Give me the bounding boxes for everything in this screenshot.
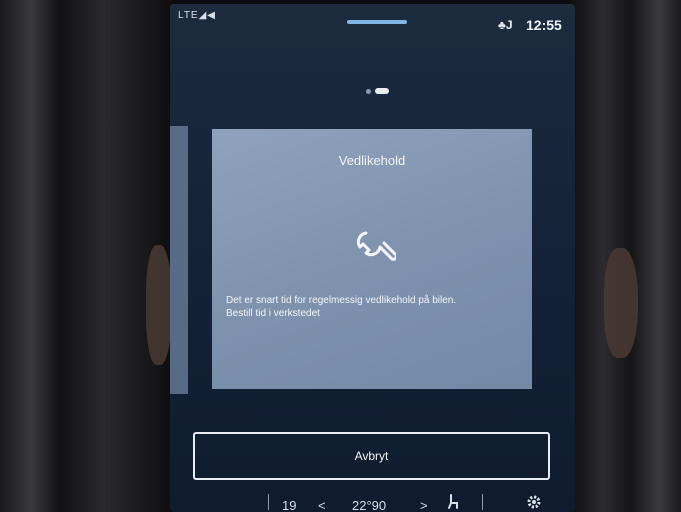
page-dot xyxy=(366,88,371,94)
left-bezel xyxy=(0,0,172,512)
temperature-left[interactable]: 19 xyxy=(282,498,296,512)
climate-bar: 19 < 22°90 > xyxy=(170,492,575,512)
status-bar: LTE◢◀ ♣J 12:55 xyxy=(170,4,575,34)
infotainment-screen: LTE◢◀ ♣J 12:55 Vedlikehold Det er snart … xyxy=(170,4,575,512)
driver-profile-icon[interactable]: ♣J xyxy=(498,18,513,32)
page-dot-active xyxy=(375,88,389,94)
temperature-right[interactable]: 22°90 xyxy=(352,498,386,512)
card-message-line: Det er snart tid for regelmessig vedlike… xyxy=(226,295,457,306)
chevron-left-icon[interactable]: < xyxy=(318,498,326,512)
chevron-right-icon[interactable]: > xyxy=(420,498,428,512)
card-title: Vedlikehold xyxy=(338,153,406,168)
signal-indicator: LTE◢◀ xyxy=(178,10,216,21)
top-pull-down-handle[interactable] xyxy=(347,20,407,24)
maintenance-notification-card: Vedlikehold Det er snart tid for regelme… xyxy=(212,129,532,389)
gear-icon[interactable] xyxy=(526,494,542,510)
card-message: Det er snart tid for regelmessig vedlike… xyxy=(226,294,522,320)
clock: 12:55 xyxy=(526,17,562,33)
wrench-icon xyxy=(356,231,396,261)
divider xyxy=(268,494,269,510)
cancel-button[interactable]: Avbryt xyxy=(193,432,550,480)
seat-icon[interactable] xyxy=(445,494,461,510)
previous-page-panel[interactable] xyxy=(170,126,188,394)
hand-reflection-left xyxy=(146,245,172,365)
card-message-line: Bestill tid i verkstedet xyxy=(226,308,320,319)
page-indicator xyxy=(366,88,389,94)
hand-reflection-right xyxy=(604,248,638,358)
divider xyxy=(482,494,483,510)
